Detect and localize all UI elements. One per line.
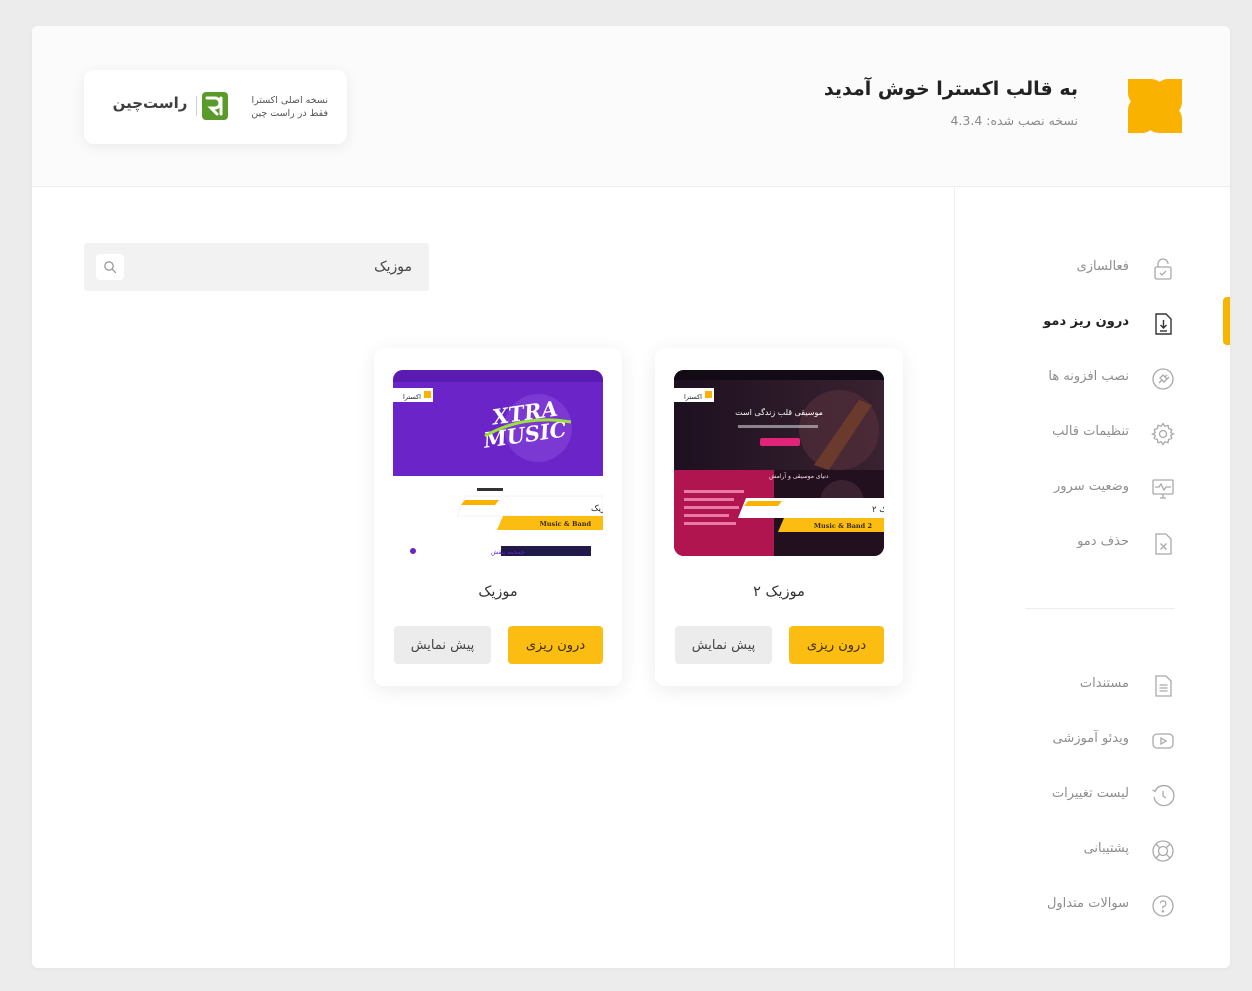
demo-card-music: اکسترا XTRA MUSIC موزیک Music & Band جمج… [374, 348, 622, 686]
sidebar-item-documentation[interactable]: مستندات [955, 666, 1230, 706]
preview-demo-button[interactable]: پیش نمایش [394, 626, 491, 664]
sidebar-item-plugins[interactable]: نصب افزونه ها [955, 359, 1230, 399]
sidebar-divider [1025, 608, 1175, 609]
import-demo-button[interactable]: درون ریزی [508, 626, 603, 664]
badge-brand: راست‌چین [112, 94, 188, 112]
thumb-section-text: دنیای موسیقی و آرامش [769, 471, 829, 480]
question-icon [1152, 895, 1174, 917]
file-remove-icon [1155, 533, 1172, 555]
thumb-label-en: Music & Band 2 [814, 522, 872, 530]
sidebar-item-label: حذف دمو [1077, 534, 1129, 549]
sidebar-item-theme-settings[interactable]: تنظیمات قالب [955, 414, 1230, 454]
sidebar-item-delete-demo[interactable]: حذف دمو [955, 524, 1230, 564]
main-panel: به قالب اکسترا خوش آمدید نسخه نصب شده: 4… [32, 26, 1230, 968]
header: به قالب اکسترا خوش آمدید نسخه نصب شده: 4… [32, 26, 1230, 187]
thumb-footer-text: جمجمه بنفش [491, 549, 525, 556]
thumb-label-fa: موزیک [591, 504, 603, 514]
search-input[interactable] [132, 243, 412, 291]
xtra-logo-icon [1128, 79, 1182, 133]
sidebar-item-video-tutorials[interactable]: ویدئو آموزشی [955, 721, 1230, 761]
demo-thumbnail[interactable]: اکسترا XTRA MUSIC موزیک Music & Band جمج… [393, 370, 603, 556]
lifebuoy-icon [1152, 840, 1174, 862]
history-icon [1152, 784, 1175, 807]
sidebar-item-label: نصب افزونه ها [1048, 369, 1129, 384]
welcome-title: به قالب اکسترا خوش آمدید [823, 78, 1078, 100]
thumb-label-fa: موزیک ۲ [872, 505, 884, 515]
sidebar-item-changelog[interactable]: لیست تغییرات [955, 776, 1230, 816]
preview-demo-button[interactable]: پیش نمایش [675, 626, 772, 664]
video-icon [1152, 733, 1174, 749]
sidebar: فعالسازی درون ریز دمو نصب افزونه ها تنظی… [954, 187, 1230, 968]
plugin-icon [1152, 368, 1174, 390]
sidebar-item-label: وضعیت سرور [1053, 479, 1129, 494]
sidebar-item-label: درون ریز دمو [1043, 314, 1129, 329]
search-button[interactable] [96, 254, 124, 280]
sidebar-item-label: مستندات [1079, 676, 1129, 691]
lock-check-icon [1154, 258, 1172, 280]
demo-title: موزیک ۲ [753, 584, 805, 600]
rtl-theme-logo-icon [202, 92, 228, 120]
sidebar-item-support[interactable]: پشتیبانی [955, 831, 1230, 871]
sidebar-item-server-status[interactable]: وضعیت سرور [955, 469, 1230, 509]
badge-text: نسخه اصلی اکسترا فقط در راست چین [236, 94, 328, 120]
import-demo-button[interactable]: درون ریزی [789, 626, 884, 664]
demo-card-music-2: اکسترا موسیقی قلب زندگی است دنیای موسیقی… [655, 348, 903, 686]
file-download-icon [1155, 313, 1172, 335]
sidebar-item-label: تنظیمات قالب [1052, 424, 1129, 439]
sidebar-item-label: فعالسازی [1076, 259, 1129, 274]
rtl-theme-badge[interactable]: نسخه اصلی اکسترا فقط در راست چین راست‌چی… [84, 70, 347, 144]
thumb-hero-text: موسیقی قلب زندگی است [735, 407, 823, 417]
search-icon [104, 261, 117, 274]
thumb-label-en: Music & Band [540, 520, 592, 528]
gear-icon [1151, 422, 1175, 446]
sidebar-item-faq[interactable]: سوالات متداول [955, 886, 1230, 926]
sidebar-item-label: ویدئو آموزشی [1052, 731, 1129, 746]
installed-version: نسخه نصب شده: 4.3.4 [950, 113, 1078, 128]
thumb-site-name: اکسترا [403, 393, 421, 401]
badge-line-1: نسخه اصلی اکسترا [251, 95, 328, 106]
sidebar-item-label: لیست تغییرات [1051, 786, 1129, 801]
demo-thumbnail[interactable]: اکسترا موسیقی قلب زندگی است دنیای موسیقی… [674, 370, 884, 556]
monitor-pulse-icon [1152, 479, 1174, 499]
demo-title: موزیک [478, 584, 518, 600]
sidebar-item-demo-import[interactable]: درون ریز دمو [955, 304, 1230, 344]
demo-search [84, 243, 429, 291]
thumb-site-name: اکسترا [684, 393, 702, 401]
sidebar-item-label: سوالات متداول [1046, 896, 1129, 911]
badge-divider [196, 96, 197, 116]
document-icon [1155, 675, 1172, 697]
badge-line-2: فقط در راست چین [251, 108, 328, 119]
sidebar-item-activation[interactable]: فعالسازی [955, 249, 1230, 289]
sidebar-item-label: پشتیبانی [1083, 841, 1129, 856]
